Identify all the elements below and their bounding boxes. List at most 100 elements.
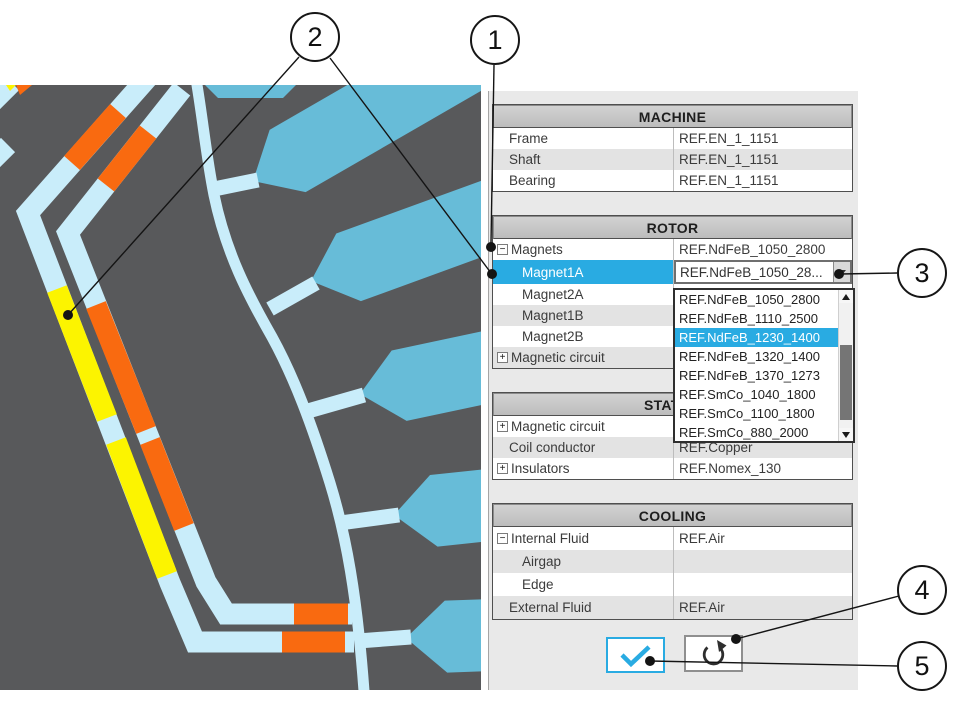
dropdown-item[interactable]: REF.SmCo_1100_1800: [675, 404, 838, 423]
combobox-dropdown-button[interactable]: [833, 262, 850, 282]
row-label: Magnetic circuit: [511, 350, 605, 365]
collapse-toggle-icon[interactable]: −: [497, 533, 508, 544]
row-value-cell[interactable]: REF.Air: [674, 527, 852, 550]
table-row-internal-fluid[interactable]: −Internal Fluid REF.Air: [493, 527, 852, 550]
expand-toggle-icon[interactable]: +: [497, 421, 508, 432]
table-row-frame[interactable]: Frame REF.EN_1_1151: [493, 128, 852, 149]
row-value-cell[interactable]: [674, 573, 852, 596]
dropdown-item[interactable]: REF.NdFeB_1110_2500: [675, 309, 838, 328]
row-label-cell: +Magnetic circuit: [493, 416, 674, 437]
scrollbar-down-button[interactable]: [839, 428, 853, 441]
row-label: Insulators: [511, 461, 570, 476]
row-label-cell: +Magnetic circuit: [493, 347, 674, 368]
row-label-cell: Magnet2B: [493, 326, 674, 347]
check-icon: [608, 639, 663, 671]
callout-circle-3: 3: [897, 248, 947, 298]
callout-circle-5: 5: [897, 641, 947, 691]
row-value: REF.EN_1_1151: [679, 152, 779, 167]
section-header: COOLING: [493, 504, 852, 527]
scrollbar-thumb[interactable]: [840, 345, 852, 420]
row-value: REF.NdFeB_1050_2800: [679, 242, 825, 257]
section-table-machine: MACHINE Frame REF.EN_1_1151 Shaft REF.EN_1_1…: [492, 104, 853, 192]
dropdown-item[interactable]: REF.NdFeB_1050_2800: [675, 290, 838, 309]
row-label-cell: Magnet1B: [493, 305, 674, 326]
table-row-magnet1a[interactable]: Magnet1A REF.NdFeB_1050_28...: [493, 260, 852, 284]
reset-button[interactable]: [684, 635, 743, 672]
triangle-down-icon: [842, 432, 850, 438]
row-label: Magnets: [511, 242, 563, 257]
expand-toggle-icon[interactable]: +: [497, 352, 508, 363]
expand-toggle-icon[interactable]: +: [497, 463, 508, 474]
section-header: MACHINE: [493, 105, 852, 128]
callout-circle-4: 4: [897, 565, 947, 615]
row-value-cell[interactable]: REF.Air: [674, 596, 852, 619]
slot-opening: [340, 515, 399, 523]
table-row-shaft[interactable]: Shaft REF.EN_1_1151: [493, 149, 852, 170]
row-label-cell: Coil conductor: [493, 437, 674, 458]
machine-cross-section: [0, 85, 481, 690]
row-label-cell: Magnet1A: [493, 260, 674, 284]
row-label-cell: +Insulators: [493, 458, 674, 479]
dropdown-item[interactable]: REF.SmCo_880_2000: [675, 423, 838, 441]
table-row-edge[interactable]: Edge: [493, 573, 852, 596]
row-label: Magnet2A: [522, 287, 584, 302]
slot-opening: [214, 180, 258, 189]
section-header: ROTOR: [493, 216, 852, 239]
row-value: REF.Air: [679, 531, 725, 546]
dropdown-item[interactable]: REF.SmCo_1040_1800: [675, 385, 838, 404]
row-label-cell: Frame: [493, 128, 674, 149]
row-label-cell: −Internal Fluid: [493, 527, 674, 550]
table-row-magnets[interactable]: −Magnets REF.NdFeB_1050_2800: [493, 239, 852, 260]
row-label: Magnetic circuit: [511, 419, 605, 434]
dropdown-item[interactable]: REF.NdFeB_1230_1400: [675, 328, 838, 347]
callout-circle-1: 1: [470, 15, 520, 65]
dropdown-item[interactable]: REF.NdFeB_1320_1400: [675, 347, 838, 366]
material-combobox[interactable]: REF.NdFeB_1050_28...: [674, 260, 852, 284]
stator-slot-coil[interactable]: [203, 85, 298, 98]
row-value-cell[interactable]: REF.EN_1_1151: [674, 170, 852, 191]
scrollbar-up-button[interactable]: [839, 290, 853, 303]
section-table-cooling: COOLING−Internal FluidREF.AirAirgapEdgeE…: [492, 503, 853, 620]
row-label-cell: Edge: [493, 573, 674, 596]
row-label: Airgap: [522, 554, 561, 569]
collapse-toggle-icon[interactable]: −: [497, 244, 508, 255]
row-value-cell[interactable]: REF.Nomex_130: [674, 458, 852, 479]
chevron-down-icon: [838, 270, 846, 275]
row-value: REF.Nomex_130: [679, 461, 781, 476]
row-value-cell[interactable]: REF.NdFeB_1050_28...: [674, 260, 852, 284]
row-label-cell: Bearing: [493, 170, 674, 191]
callout-circle-2: 2: [290, 12, 340, 62]
row-label: External Fluid: [509, 600, 592, 615]
row-label: Edge: [522, 577, 554, 592]
confirm-button[interactable]: [606, 637, 665, 673]
dropdown-item[interactable]: REF.NdFeB_1370_1273: [675, 366, 838, 385]
row-value-cell[interactable]: [674, 550, 852, 573]
row-value: REF.Air: [679, 600, 725, 615]
table-row-airgap[interactable]: Airgap: [493, 550, 852, 573]
material-dropdown-list: REF.NdFeB_1050_2800REF.NdFeB_1110_2500RE…: [673, 288, 855, 443]
row-value-cell[interactable]: REF.NdFeB_1050_2800: [674, 239, 852, 260]
row-label: Internal Fluid: [511, 531, 589, 546]
row-label: Bearing: [509, 173, 556, 188]
row-label: Magnet1A: [522, 265, 584, 280]
row-label: Magnet1B: [522, 308, 584, 323]
row-label: Coil conductor: [509, 440, 595, 455]
dropdown-items: REF.NdFeB_1050_2800REF.NdFeB_1110_2500RE…: [675, 290, 838, 441]
row-value-cell[interactable]: REF.EN_1_1151: [674, 149, 852, 170]
table-row-external-fluid[interactable]: External Fluid REF.Air: [493, 596, 852, 619]
row-label-cell: Airgap: [493, 550, 674, 573]
combobox-value: REF.NdFeB_1050_28...: [676, 265, 833, 280]
reset-icon: [686, 637, 741, 670]
slot-opening: [358, 637, 411, 641]
triangle-up-icon: [842, 294, 850, 300]
row-label: Frame: [509, 131, 548, 146]
row-label-cell: −Magnets: [493, 239, 674, 260]
row-label: Shaft: [509, 152, 541, 167]
row-label-cell: Shaft: [493, 149, 674, 170]
dropdown-scrollbar[interactable]: [838, 290, 853, 441]
row-label: Magnet2B: [522, 329, 584, 344]
flux-motor-materials-screen: MACHINE Frame REF.EN_1_1151 Shaft REF.EN_1_1…: [0, 0, 966, 711]
table-row-bearing[interactable]: Bearing REF.EN_1_1151: [493, 170, 852, 191]
table-row-insulators[interactable]: +Insulators REF.Nomex_130: [493, 458, 852, 479]
row-value-cell[interactable]: REF.EN_1_1151: [674, 128, 852, 149]
